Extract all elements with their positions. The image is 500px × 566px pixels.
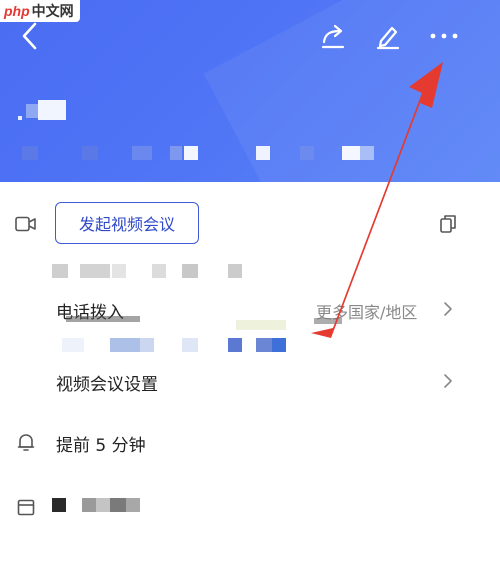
redacted-dial-number — [236, 320, 286, 330]
calendar-icon — [14, 496, 38, 518]
share-button[interactable] — [316, 18, 352, 54]
redacted-info — [22, 146, 38, 160]
redacted-info — [82, 146, 98, 160]
share-icon — [321, 24, 345, 49]
redacted-meeting-id — [112, 264, 126, 278]
redacted-info — [300, 146, 314, 160]
redacted-title — [26, 104, 38, 118]
start-video-meeting-button[interactable]: 发起视频会议 — [55, 202, 199, 244]
pencil-icon — [376, 26, 400, 50]
redacted-info — [342, 146, 360, 160]
redacted-dial-number — [110, 338, 140, 352]
redacted-dial-number — [140, 338, 154, 352]
video-settings-label[interactable]: 视频会议设置 — [56, 370, 158, 395]
redacted-calendar — [110, 498, 126, 512]
redacted-dial-number — [62, 338, 84, 352]
redacted-info — [184, 146, 198, 160]
watermark-cn: 中文网 — [31, 3, 74, 19]
more-horizontal-icon — [430, 33, 458, 39]
redacted-info — [256, 146, 270, 160]
redacted-calendar — [52, 498, 66, 512]
site-watermark: php 中文网 — [0, 0, 80, 22]
redacted-dial-number — [228, 338, 242, 352]
redacted-meeting-id — [80, 264, 110, 278]
redacted-dial-number — [272, 338, 286, 352]
meeting-header — [0, 0, 500, 182]
redacted-info — [360, 146, 374, 160]
chevron-left-icon — [22, 22, 37, 50]
redacted-dial-number — [182, 338, 198, 352]
chevron-right-icon — [438, 369, 458, 393]
video-camera-icon — [14, 214, 38, 234]
back-button[interactable] — [12, 18, 48, 54]
edit-button[interactable] — [370, 18, 406, 54]
redacted-meeting-id — [152, 264, 166, 278]
watermark-php: php — [4, 3, 30, 19]
more-button[interactable] — [424, 18, 464, 54]
redacted-calendar — [82, 498, 96, 512]
redacted-meeting-id — [52, 264, 68, 278]
redacted-meeting-id — [182, 264, 198, 278]
redacted-info — [170, 146, 182, 160]
redacted-title — [38, 100, 66, 120]
redacted-calendar — [126, 498, 140, 512]
redacted-info — [132, 146, 152, 160]
copy-icon[interactable] — [436, 212, 460, 236]
redacted-title — [18, 116, 22, 120]
bell-icon — [14, 431, 38, 453]
redacted-dial-number — [314, 318, 342, 324]
chevron-right-icon — [438, 297, 458, 321]
redacted-calendar — [96, 498, 110, 512]
redacted-dial-number — [66, 316, 140, 322]
redacted-dial-number — [256, 338, 272, 352]
reminder-text[interactable]: 提前 5 分钟 — [56, 431, 146, 456]
redacted-meeting-id — [228, 264, 242, 278]
